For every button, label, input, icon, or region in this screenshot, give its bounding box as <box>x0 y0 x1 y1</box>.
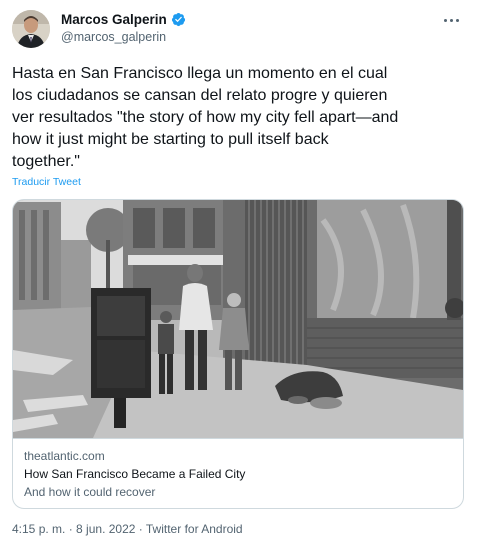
more-horizontal-icon <box>443 18 447 22</box>
link-card[interactable]: theatlantic.com How San Francisco Became… <box>12 199 464 509</box>
verified-badge-icon <box>171 12 185 27</box>
tweet: Marcos Galperin @marcos_galperin Hasta e… <box>0 0 477 547</box>
author-name-row[interactable]: Marcos Galperin <box>61 12 186 27</box>
tweet-meta: 4:15 p. m. · 8 jun. 2022 · Twitter for A… <box>12 522 243 536</box>
tweet-date[interactable]: 8 jun. 2022 <box>76 522 135 536</box>
tweet-time[interactable]: 4:15 p. m. <box>12 522 65 536</box>
meta-separator: · <box>65 522 77 536</box>
tweet-source[interactable]: Twitter for Android <box>146 522 243 536</box>
card-description[interactable]: And how it could recover <box>24 485 155 499</box>
author-name[interactable]: Marcos Galperin <box>61 12 167 27</box>
tweet-text: Hasta en San Francisco llega un momento … <box>12 65 399 170</box>
card-domain[interactable]: theatlantic.com <box>24 449 105 463</box>
meta-separator: · <box>135 522 146 536</box>
card-title[interactable]: How San Francisco Became a Failed City <box>24 467 245 481</box>
author-handle[interactable]: @marcos_galperin <box>61 30 166 44</box>
translate-tweet-link[interactable]: Traducir Tweet <box>12 176 81 188</box>
more-options-button[interactable] <box>439 10 463 30</box>
card-image[interactable] <box>13 200 463 438</box>
avatar[interactable] <box>12 10 50 48</box>
card-divider <box>13 438 463 439</box>
